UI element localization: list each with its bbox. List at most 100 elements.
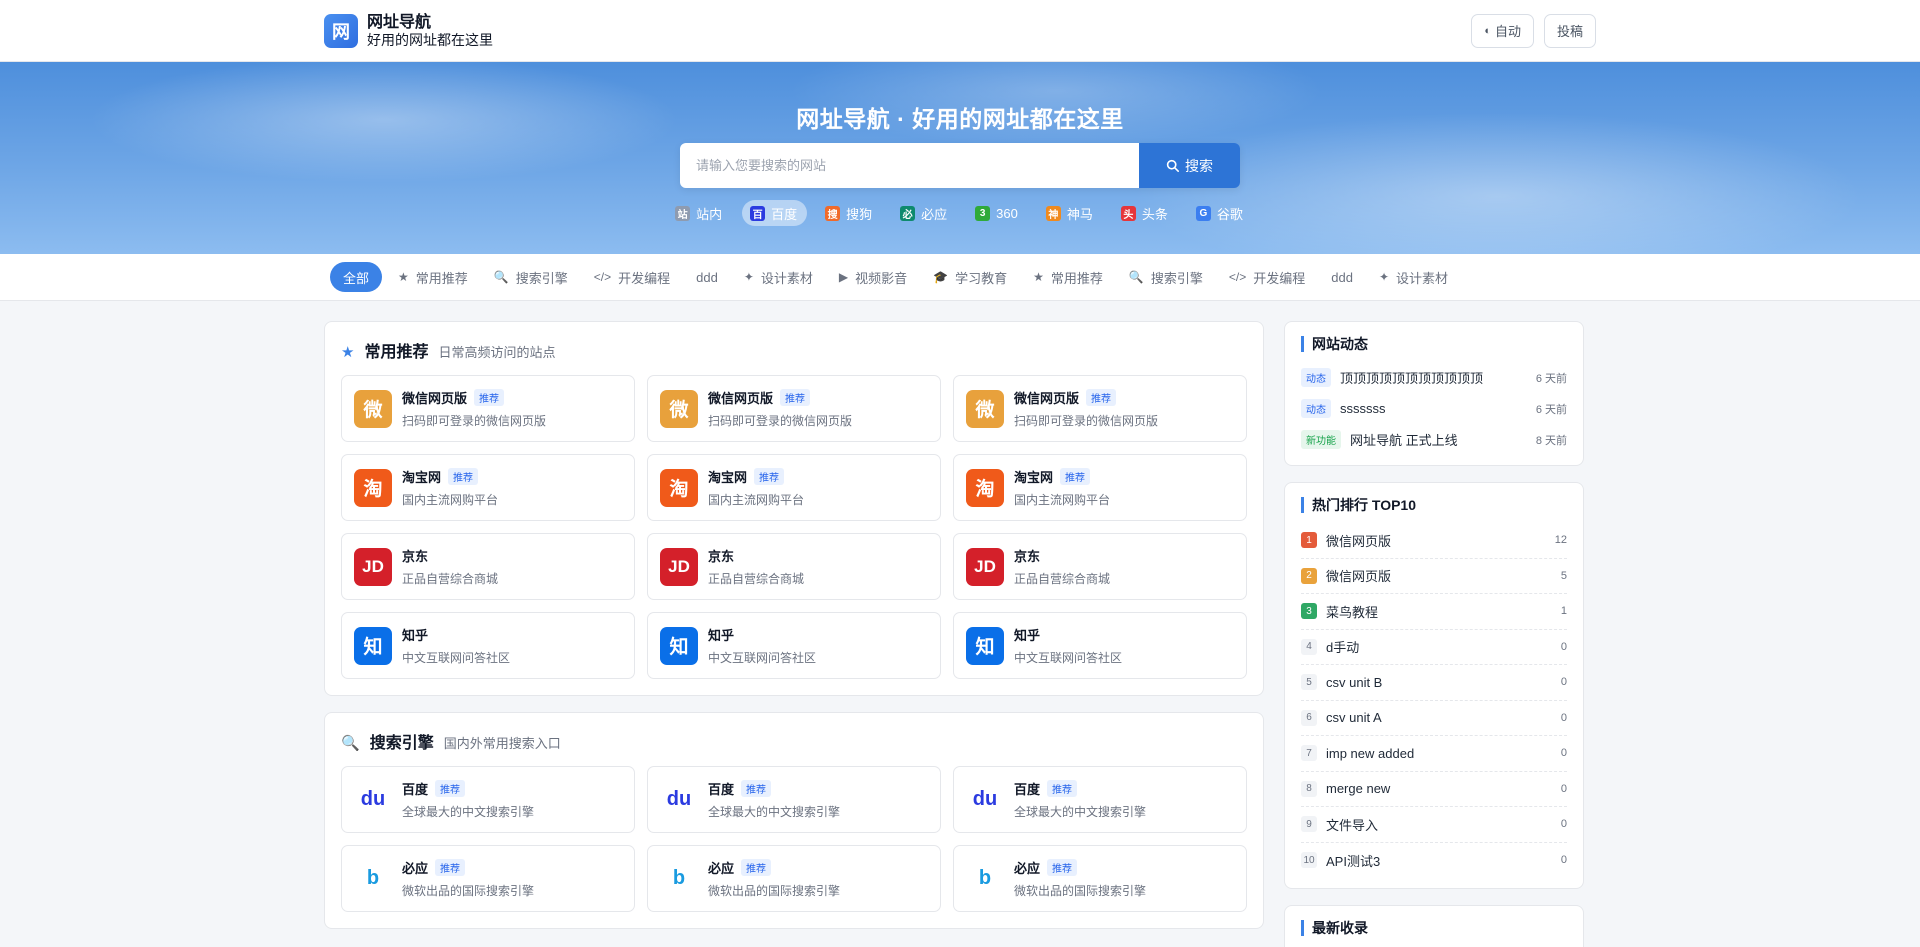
engine-option[interactable]: 搜搜狗 [817,200,882,226]
category-label: 开发编程 [618,270,671,286]
site-description: 中文互联网问答社区 [402,651,511,665]
site-card[interactable]: 知知乎 中文互联网问答社区 [341,612,635,679]
rank-item[interactable]: 9 文件导入 0 [1301,807,1567,843]
search-input[interactable] [680,143,1139,188]
site-name: 微信网页版 [708,391,774,406]
engine-icon: 站 [675,205,691,221]
site-card[interactable]: JD 京东 正品自营综合商城 [953,533,1247,600]
recommend-badge: 推荐 [435,780,466,797]
site-card[interactable]: 知知乎 中文互联网问答社区 [647,612,941,679]
section-subtitle: 国内外常用搜索入口 [443,736,561,751]
site-card[interactable]: b 必应 推荐 微软出品的国际搜索引擎 [341,845,635,912]
rank-item[interactable]: 2 微信网页版 5 [1301,559,1567,594]
site-card[interactable]: 淘淘宝网 推荐 国内主流网购平台 [341,454,635,521]
site-card[interactable]: b 必应 推荐 微软出品的国际搜索引擎 [647,845,941,912]
site-icon: JD [354,547,392,586]
site-card[interactable]: 淘淘宝网 推荐 国内主流网购平台 [953,454,1247,521]
site-description: 全球最大的中文搜索引擎 [402,805,535,819]
category-tab[interactable]: 🎓 学习教育 [923,262,1017,292]
site-grid: du 百度 推荐 全球最大的中文搜索引擎 du 百度 推荐 全球最大的中文搜索引擎 du 百度 推荐… [341,766,1247,912]
engine-label: 神马 [1066,206,1093,222]
engine-option[interactable]: 必必应 [892,200,957,226]
category-tab[interactable]: </> 开发编程 [584,262,680,292]
category-tab[interactable]: ✦ 设计素材 [1369,262,1458,292]
rank-item[interactable]: 4 d手动 0 [1301,630,1567,665]
site-name: 微信网页版 [402,391,468,406]
category-tab[interactable]: ▶ 视频影音 [829,262,917,292]
site-name: 知乎 [402,628,429,643]
brand[interactable]: 网 网址导航 好用的网址都在这里 [324,13,493,49]
site-icon: 淘 [354,468,392,507]
site-card[interactable]: 淘淘宝网 推荐 国内主流网购平台 [647,454,941,521]
site-name: 知乎 [708,628,735,643]
news-widget-title: 网站动态 [1301,336,1567,352]
category-tab[interactable]: ddd [686,262,728,292]
category-tab[interactable]: ★ 常用推荐 [1023,262,1113,292]
site-card[interactable]: JD 京东 正品自营综合商城 [341,533,635,600]
rank-number: 8 [1301,780,1317,797]
rank-item[interactable]: 8 merge new 0 [1301,772,1567,807]
site-description: 微软出品的国际搜索引擎 [402,884,535,898]
site-name-row: 必应 推荐 [402,858,534,877]
submit-site-button[interactable]: 投稿 [1543,13,1596,48]
hero-title: 网址导航 · 好用的网址都在这里 [796,106,1124,132]
rank-count: 0 [1560,818,1567,831]
category-label: 常用推荐 [1050,270,1103,286]
rank-item[interactable]: 5 csv unit B 0 [1301,665,1567,701]
engine-icon: G [1195,205,1211,221]
category-label: 开发编程 [1253,270,1306,286]
rank-item[interactable]: 3 菜鸟教程 1 [1301,594,1567,630]
category-label: 设计素材 [760,270,813,286]
site-name: 微信网页版 [1014,391,1080,406]
site-card[interactable]: 微微信网页版 推荐 扫码即可登录的微信网页版 [953,375,1247,442]
rank-number: 6 [1301,709,1317,726]
rank-widget-title: 热门排行 TOP10 [1301,497,1567,513]
site-name-row: 京东 [1014,546,1110,565]
rank-item[interactable]: 1 微信网页版 12 [1301,523,1567,559]
news-tag: 动态 [1301,399,1331,418]
top-header: 网 网址导航 好用的网址都在这里 ◐ 自动 投稿 [0,0,1920,62]
category-tab[interactable]: 🔍 搜索引擎 [484,262,578,292]
engine-option[interactable]: 3 360 [967,200,1028,226]
rank-item[interactable]: 6 csv unit A 0 [1301,701,1567,736]
site-card[interactable]: JD 京东 正品自营综合商城 [647,533,941,600]
category-tab[interactable]: 全部 [330,262,383,292]
site-card[interactable]: 知知乎 中文互联网问答社区 [953,612,1247,679]
engine-option[interactable]: G 谷歌 [1188,200,1253,226]
section-title: 常用推荐 [364,344,429,361]
search-button[interactable]: 搜索 [1139,143,1240,188]
site-card[interactable]: b 必应 推荐 微软出品的国际搜索引擎 [953,845,1247,912]
category-icon: </> [593,270,612,284]
recommend-badge: 推荐 [1086,389,1117,406]
category-tab[interactable]: ★ 常用推荐 [388,262,478,292]
news-item[interactable]: 动态 sssssss 6 天前 [1301,393,1567,424]
site-card[interactable]: 微微信网页版 推荐 扫码即可登录的微信网页版 [647,375,941,442]
site-card[interactable]: 微微信网页版 推荐 扫码即可登录的微信网页版 [341,375,635,442]
site-name: 知乎 [1014,628,1041,643]
site-card[interactable]: du 百度 推荐 全球最大的中文搜索引擎 [953,766,1247,833]
rank-number: 9 [1301,816,1317,833]
theme-toggle-button[interactable]: ◐ 自动 [1471,13,1534,48]
rank-item[interactable]: 10 API测试3 0 [1301,843,1567,879]
category-label: 设计素材 [1396,270,1449,286]
category-tab[interactable]: </> 开发编程 [1219,262,1315,292]
news-item[interactable]: 动态 顶顶顶顶顶顶顶顶顶顶顶 6 天前 [1301,362,1567,393]
rank-item[interactable]: 7 imp new added 0 [1301,736,1567,772]
engine-option[interactable]: 头头条 [1113,200,1178,226]
engine-option[interactable]: 神神马 [1038,200,1103,226]
recommend-badge: 推荐 [741,780,772,797]
category-tab[interactable]: ✦ 设计素材 [734,262,823,292]
site-icon: JD [966,547,1004,586]
engine-icon: 3 [975,205,991,221]
site-name-row: 淘宝网 推荐 [708,467,804,486]
site-card[interactable]: du 百度 推荐 全球最大的中文搜索引擎 [341,766,635,833]
site-card[interactable]: du 百度 推荐 全球最大的中文搜索引擎 [647,766,941,833]
engine-option[interactable]: 百百度 [742,200,808,226]
category-tab[interactable]: 🔍 搜索引擎 [1119,262,1213,292]
site-icon: 淘 [966,468,1004,507]
news-item[interactable]: 新功能 网址导航 正式上线 8 天前 [1301,424,1567,455]
category-tab[interactable]: ddd [1321,262,1363,292]
engine-option[interactable]: 站站内 [667,200,732,226]
site-logo[interactable]: 网 [324,13,358,48]
site-icon: 微 [354,389,392,428]
